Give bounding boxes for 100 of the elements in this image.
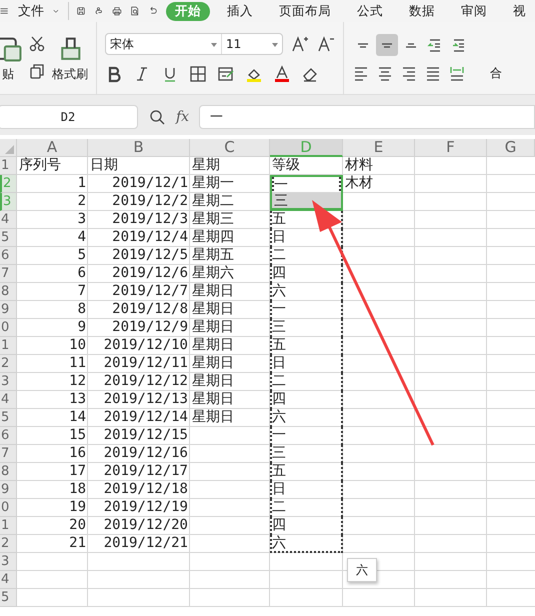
paste-hint[interactable]: 六	[347, 558, 377, 582]
table-cell: 五	[270, 337, 343, 355]
table-cell-text: 星期日	[191, 319, 235, 337]
ribbon-tab[interactable]: 数据	[400, 2, 444, 20]
table-cell-text: 16	[68, 445, 87, 463]
name-box[interactable]: D2	[0, 105, 138, 129]
table-cell-text: 星期	[191, 157, 221, 175]
column-header[interactable]: F	[415, 139, 487, 157]
table-cell-text: 星期日	[191, 373, 235, 391]
table-cell: 六	[270, 535, 343, 553]
column-header[interactable]: B	[88, 139, 190, 157]
merge-button[interactable]: 合	[490, 64, 502, 82]
table-cell: 三	[270, 193, 343, 211]
copy-icon[interactable]	[28, 63, 46, 81]
column-header[interactable]: G	[487, 139, 535, 157]
table-cell-text: 2019/12/8	[111, 301, 189, 319]
table-cell-text: 材料	[344, 157, 374, 175]
table-cell-text: 2019/12/16	[102, 445, 189, 463]
scissors-icon[interactable]	[28, 35, 46, 53]
table-cell-text: 20	[68, 517, 87, 535]
row-header[interactable]: 4	[0, 571, 17, 589]
ribbon-tab[interactable]: 开始	[166, 2, 210, 20]
table-cell-text: 10	[68, 337, 87, 355]
table-cell: 一	[270, 301, 343, 319]
row-header[interactable]: 2	[0, 355, 17, 373]
ribbon-tab[interactable]: 页面布局	[270, 2, 340, 20]
row-header[interactable]: 8	[0, 463, 17, 481]
table-cell-text: 2019/12/7	[111, 283, 189, 301]
table-cell-text: 星期二	[191, 193, 235, 211]
distribute-icon[interactable]	[448, 64, 466, 82]
align-bottom-icon	[405, 42, 417, 48]
row-header[interactable]: 4	[0, 391, 17, 409]
table-cell-text: 2019/12/21	[102, 535, 189, 553]
table-cell-text: 2	[76, 193, 87, 211]
row-header[interactable]: 0	[0, 319, 17, 337]
table-cell-text: 17	[68, 463, 87, 481]
table-cell-text: 日期	[89, 157, 119, 175]
column-header[interactable]: E	[343, 139, 415, 157]
ribbon-tab[interactable]: 插入	[218, 2, 262, 20]
column-header[interactable]: A	[17, 139, 88, 157]
table-cell-text: 2019/12/19	[102, 499, 189, 517]
border-icon[interactable]	[189, 65, 207, 83]
row-header[interactable]: 0	[0, 499, 17, 517]
file-menu[interactable]: 文件	[18, 2, 44, 20]
paste-button[interactable]: 贴	[2, 66, 14, 82]
ribbon-tab[interactable]: 审阅	[452, 2, 496, 20]
row-header[interactable]: 5	[0, 229, 17, 247]
table-cell-text: 2019/12/11	[102, 355, 189, 373]
row-header[interactable]: 6	[0, 247, 17, 265]
row-header[interactable]: 5	[0, 589, 17, 607]
table-cell-text: 9	[76, 319, 87, 337]
ribbon-tab[interactable]: 公式	[348, 2, 392, 20]
column-header[interactable]: C	[190, 139, 270, 157]
table-cell-text: 3	[76, 211, 87, 229]
function-label[interactable]: fx	[176, 109, 190, 125]
table-cell: 日	[270, 355, 343, 373]
formula-field[interactable]: 一	[199, 105, 535, 129]
table-cell-text: 2019/12/6	[111, 265, 189, 283]
row-header[interactable]: 4	[0, 211, 17, 229]
row-header[interactable]: 2	[0, 535, 17, 553]
table-cell-text: 星期日	[191, 355, 235, 373]
table-cell-text: 5	[76, 247, 87, 265]
table-cell-text: 7	[76, 283, 87, 301]
row-header[interactable]: 5	[0, 409, 17, 427]
table-cell-text: 13	[68, 391, 87, 409]
row-header[interactable]: 7	[0, 265, 17, 283]
ribbon-tab[interactable]: 视	[504, 2, 535, 20]
row-header[interactable]: 1	[0, 517, 17, 535]
table-cell-text: 8	[76, 301, 87, 319]
format-painter-button[interactable]: 格式刷	[52, 66, 88, 82]
table-cell: 五	[270, 463, 343, 481]
table-cell-text: 2019/12/5	[111, 247, 189, 265]
row-header[interactable]: 3	[0, 553, 17, 571]
table-cell-text: 星期五	[191, 247, 235, 265]
row-header[interactable]: 3	[0, 373, 17, 391]
grow-font-icon[interactable]	[291, 35, 309, 53]
table-cell-text: 21	[68, 535, 87, 553]
row-header[interactable]: 6	[0, 427, 17, 445]
table-cell-text: 2019/12/4	[111, 229, 189, 247]
row-header[interactable]: 1	[0, 337, 17, 355]
row-header[interactable]: 9	[0, 481, 17, 499]
align-button[interactable]	[376, 34, 398, 56]
table-cell-text: 星期六	[191, 265, 235, 283]
table-cell-text: 星期日	[191, 409, 235, 427]
row-header[interactable]: 1	[0, 157, 17, 175]
table-cell-text: 星期一	[191, 175, 235, 193]
row-header[interactable]: 8	[0, 283, 17, 301]
table-cell-text: 14	[68, 409, 87, 427]
table-cell-text: 序列号	[18, 157, 62, 175]
table-cell-text: 木材	[344, 175, 374, 193]
row-header[interactable]: 7	[0, 445, 17, 463]
table-cell: 日	[270, 481, 343, 499]
table-cell: 三	[270, 445, 343, 463]
table-cell-text: 2019/12/2	[111, 193, 189, 211]
shrink-font-icon[interactable]	[317, 35, 335, 53]
font-color-icon[interactable]	[273, 65, 291, 83]
row-header[interactable]: 9	[0, 301, 17, 319]
table-cell-text: 星期三	[191, 211, 235, 229]
zoom-icon[interactable]	[148, 108, 166, 126]
cell-style-icon[interactable]	[217, 65, 235, 83]
